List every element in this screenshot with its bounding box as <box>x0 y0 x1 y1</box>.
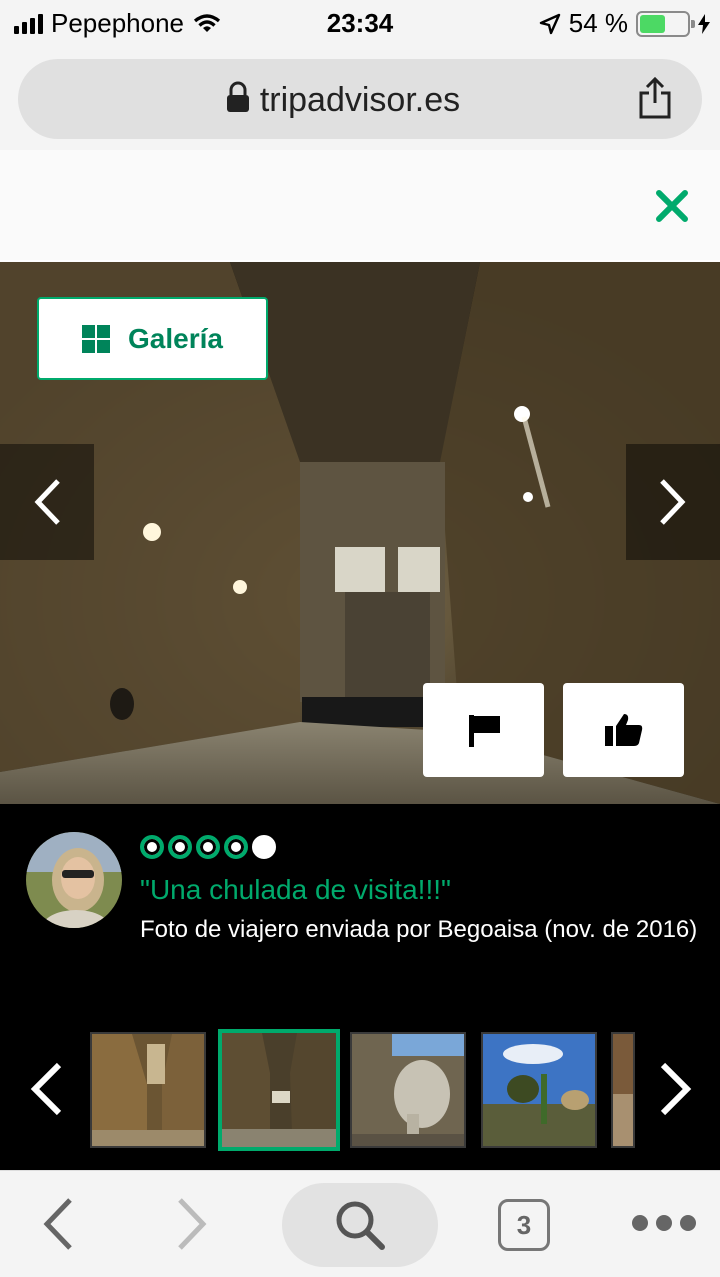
thumbnail-2-selected[interactable] <box>218 1029 340 1151</box>
back-icon[interactable] <box>42 1197 74 1251</box>
tabs-button[interactable]: 3 <box>498 1199 550 1251</box>
url-text: tripadvisor.es <box>259 81 461 119</box>
thumbnail-5[interactable] <box>611 1032 635 1148</box>
photo-viewer[interactable]: Galería <box>0 262 720 804</box>
thumbnail-image <box>483 1034 595 1146</box>
battery-percent: 54 % <box>568 8 628 38</box>
status-right: 54 % <box>539 8 710 39</box>
photo-attribution: Foto de viajero enviada por Begoaisa (no… <box>140 916 698 943</box>
gallery-button[interactable]: Galería <box>37 297 268 380</box>
close-icon[interactable] <box>654 188 690 224</box>
rating-bubble <box>196 835 220 859</box>
thumbnail-image <box>613 1034 633 1146</box>
location-arrow-icon <box>539 13 560 34</box>
charging-bolt-icon <box>698 13 710 34</box>
status-bar: Pepephone 23:34 54 % <box>0 0 720 50</box>
battery-level <box>640 14 665 33</box>
report-photo-button[interactable] <box>423 683 544 777</box>
battery-icon <box>636 10 695 37</box>
chevron-right-icon <box>660 1062 692 1116</box>
review-title[interactable]: "Una chulada de visita!!!" <box>140 874 451 906</box>
rating-bubble <box>140 835 164 859</box>
thumbnails-next-button[interactable] <box>646 1054 706 1124</box>
flag-icon <box>468 715 500 747</box>
more-menu-icon[interactable] <box>632 1215 696 1231</box>
chevron-left-icon <box>30 1062 62 1116</box>
thumbnails-prev-button[interactable] <box>16 1054 76 1124</box>
address-area: tripadvisor.es <box>0 50 720 150</box>
thumbnail-4[interactable] <box>481 1032 597 1148</box>
rating-bubble <box>224 835 248 859</box>
photo-info-panel: "Una chulada de visita!!!" Foto de viaje… <box>0 804 720 1170</box>
avatar[interactable] <box>26 832 122 928</box>
search-icon <box>336 1201 385 1250</box>
rating-bubble <box>252 835 276 859</box>
rating-bubble <box>168 835 192 859</box>
thumbnail-3[interactable] <box>350 1032 466 1148</box>
thumbnail-image <box>222 1033 336 1147</box>
search-button[interactable] <box>282 1183 438 1267</box>
overlay-header <box>0 150 720 260</box>
address-bar[interactable]: tripadvisor.es <box>18 59 702 139</box>
next-photo-button[interactable] <box>626 444 720 560</box>
chevron-right-icon <box>660 479 686 525</box>
browser-toolbar: 3 <box>0 1170 720 1277</box>
thumbnail-1[interactable] <box>90 1032 206 1148</box>
share-icon[interactable] <box>638 77 672 119</box>
rating-bubbles <box>140 835 276 859</box>
like-photo-button[interactable] <box>563 683 684 777</box>
previous-photo-button[interactable] <box>0 444 94 560</box>
forward-icon[interactable] <box>176 1197 208 1251</box>
grid-icon <box>82 324 111 353</box>
thumbs-up-icon <box>604 714 642 746</box>
thumbnail-image <box>92 1034 204 1146</box>
avatar-image <box>26 832 122 928</box>
gallery-label: Galería <box>128 322 223 354</box>
thumbnail-image <box>352 1034 464 1146</box>
chevron-left-icon <box>34 479 60 525</box>
